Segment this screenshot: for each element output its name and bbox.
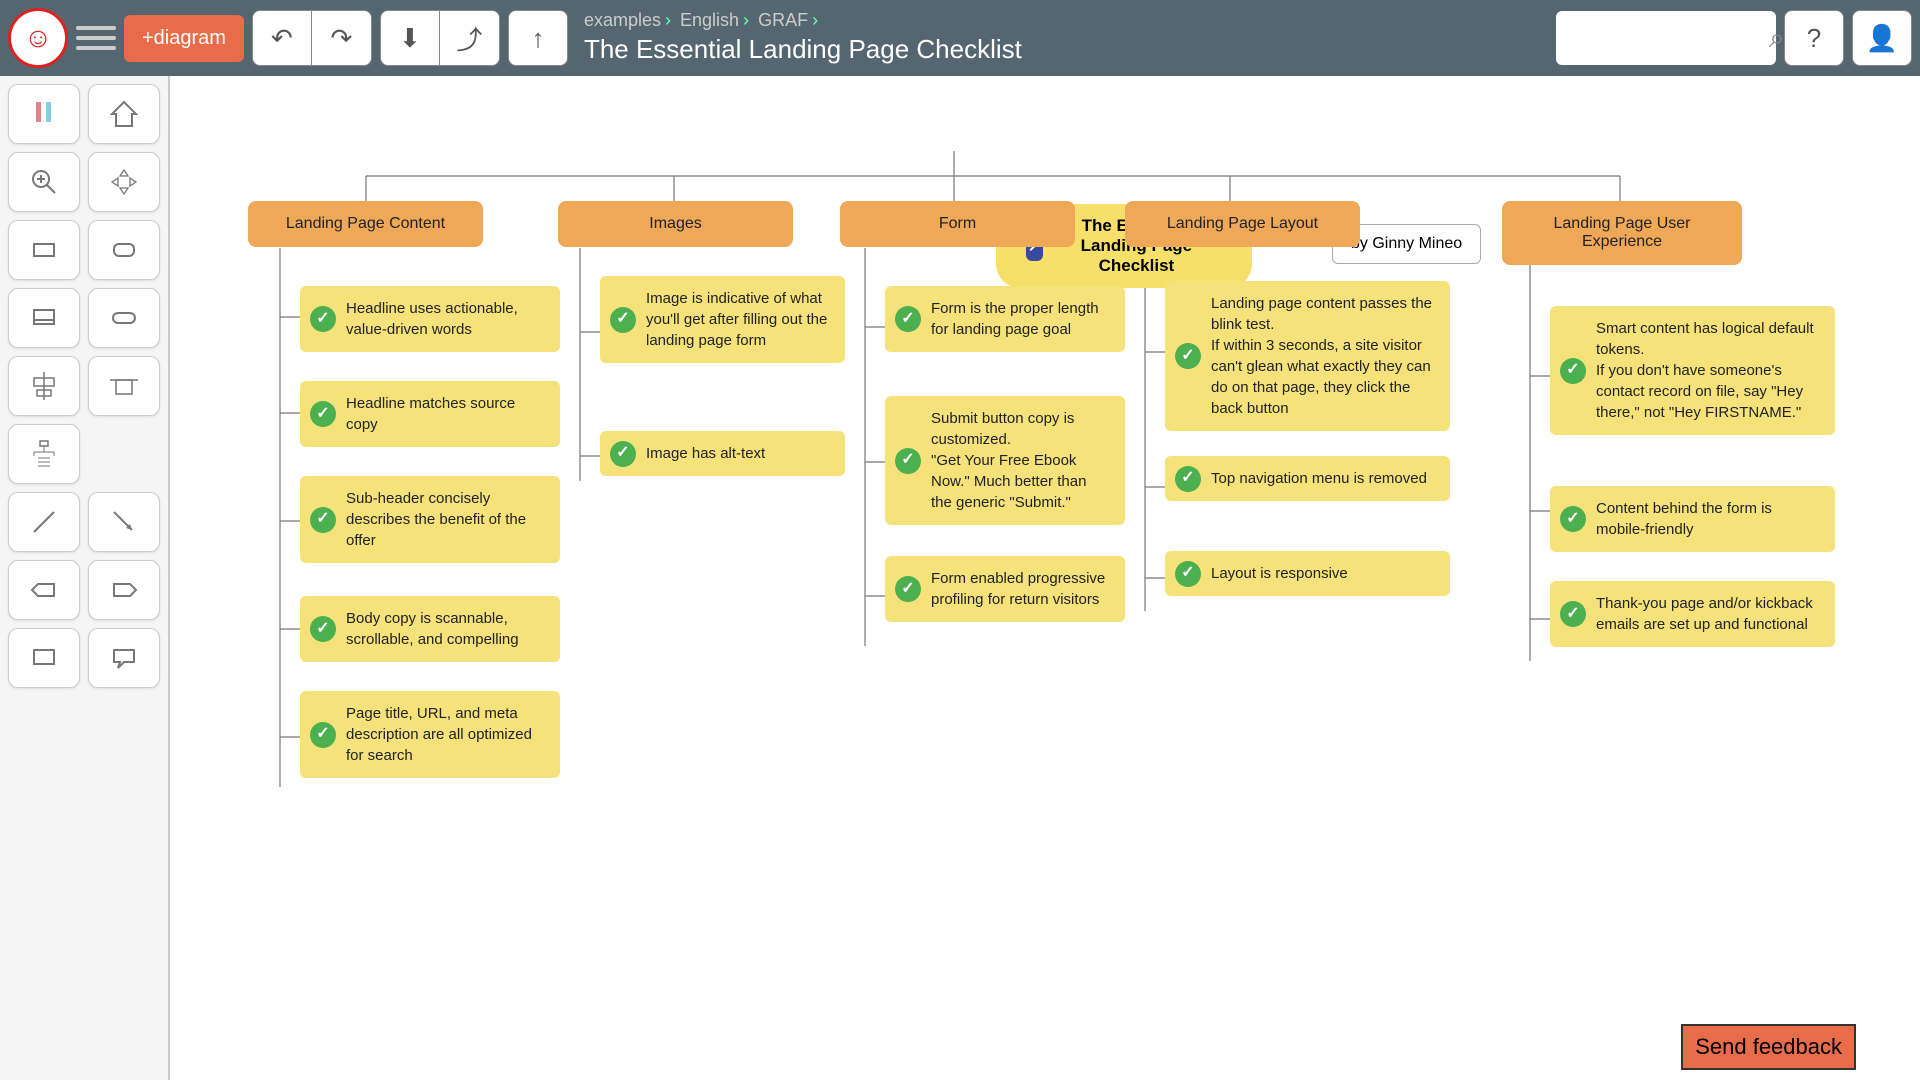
tool-line[interactable] xyxy=(8,492,80,552)
leaf-text: Submit button copy is customized. "Get Y… xyxy=(931,410,1086,511)
tool-tree[interactable] xyxy=(8,424,80,484)
leaf-3-2[interactable]: ✓ Layout is responsive xyxy=(1165,551,1450,596)
check-icon: ✓ xyxy=(610,441,636,467)
help-button[interactable]: ? xyxy=(1784,10,1844,66)
check-icon: ✓ xyxy=(310,616,336,642)
tool-comment[interactable] xyxy=(88,628,160,688)
share-button[interactable]: ⤴ xyxy=(440,10,500,66)
leaf-0-2[interactable]: ✓ Sub-header concisely describes the bene… xyxy=(300,476,560,563)
tool-zoom[interactable] xyxy=(8,152,80,212)
check-icon: ✓ xyxy=(1175,466,1201,492)
tool-roundrect[interactable] xyxy=(88,220,160,280)
search-icon[interactable]: ⌕ xyxy=(1769,22,1785,55)
leaf-1-1[interactable]: ✓ Image has alt-text xyxy=(600,431,845,476)
left-toolbar xyxy=(0,76,170,1080)
leaf-text: Thank-you page and/or kickback emails ar… xyxy=(1596,595,1813,633)
check-icon: ✓ xyxy=(895,576,921,602)
leaf-0-0[interactable]: ✓ Headline uses actionable, value-driven … xyxy=(300,286,560,352)
leaf-0-1[interactable]: ✓ Headline matches source copy xyxy=(300,381,560,447)
undo-button[interactable]: ↶ xyxy=(252,10,312,66)
crumb-1[interactable]: English xyxy=(680,10,739,30)
check-icon: ✓ xyxy=(310,507,336,533)
branch-header-4[interactable]: Landing Page User Experience xyxy=(1502,201,1742,265)
leaf-text: Image has alt-text xyxy=(646,445,765,462)
leaf-4-2[interactable]: ✓ Thank-you page and/or kickback emails a… xyxy=(1550,581,1835,647)
leaf-1-0[interactable]: ✓ Image is indicative of what you'll get … xyxy=(600,276,845,363)
check-icon: ✓ xyxy=(1175,561,1201,587)
check-icon: ✓ xyxy=(895,448,921,474)
tool-tag-left[interactable] xyxy=(8,560,80,620)
crumb-2[interactable]: GRAF xyxy=(758,10,808,30)
crumb-0[interactable]: examples xyxy=(584,10,661,30)
leaf-2-1[interactable]: ✓ Submit button copy is customized. "Get … xyxy=(885,396,1125,525)
leaf-2-0[interactable]: ✓ Form is the proper length for landing p… xyxy=(885,286,1125,352)
leaf-text: Smart content has logical default tokens… xyxy=(1596,320,1814,421)
tool-tag-right[interactable] xyxy=(88,560,160,620)
new-diagram-button[interactable]: +diagram xyxy=(124,15,244,62)
leaf-4-1[interactable]: ✓ Content behind the form is mobile-frien… xyxy=(1550,486,1835,552)
check-icon: ✓ xyxy=(310,722,336,748)
leaf-text: Body copy is scannable, scrollable, and … xyxy=(346,610,519,648)
canvas[interactable]: ↗ The Essential Landing Page Checklist b… xyxy=(170,76,1920,1080)
leaf-text: Form is the proper length for landing pa… xyxy=(931,300,1099,338)
user-button[interactable]: 👤 xyxy=(1852,10,1912,66)
leaf-0-3[interactable]: ✓ Body copy is scannable, scrollable, and… xyxy=(300,596,560,662)
tool-align-h[interactable] xyxy=(8,356,80,416)
tool-pill[interactable] xyxy=(88,288,160,348)
leaf-2-2[interactable]: ✓ Form enabled progressive profiling for … xyxy=(885,556,1125,622)
search-box[interactable]: ⌕ xyxy=(1556,11,1776,65)
tool-pencils[interactable] xyxy=(8,84,80,144)
leaf-text: Landing page content passes the blink te… xyxy=(1211,295,1432,417)
leaf-text: Headline uses actionable, value-driven w… xyxy=(346,300,518,338)
leaf-text: Top navigation menu is removed xyxy=(1211,470,1427,487)
tool-note[interactable] xyxy=(8,628,80,688)
branch-header-3[interactable]: Landing Page Layout xyxy=(1125,201,1360,247)
redo-button[interactable]: ↷ xyxy=(312,10,372,66)
leaf-3-1[interactable]: ✓ Top navigation menu is removed xyxy=(1165,456,1450,501)
leaf-0-4[interactable]: ✓ Page title, URL, and meta description a… xyxy=(300,691,560,778)
check-icon: ✓ xyxy=(310,401,336,427)
tool-card[interactable] xyxy=(8,288,80,348)
search-input[interactable] xyxy=(1562,29,1769,47)
check-icon: ✓ xyxy=(1560,506,1586,532)
tool-rect[interactable] xyxy=(8,220,80,280)
check-icon: ✓ xyxy=(610,307,636,333)
leaf-4-0[interactable]: ✓ Smart content has logical default token… xyxy=(1550,306,1835,435)
logo[interactable]: ☺ xyxy=(8,8,68,68)
check-icon: ✓ xyxy=(1560,601,1586,627)
branch-header-0[interactable]: Landing Page Content xyxy=(248,201,483,247)
page-title: The Essential Landing Page Checklist xyxy=(584,33,1548,67)
leaf-text: Content behind the form is mobile-friend… xyxy=(1596,500,1772,538)
tool-pan[interactable] xyxy=(88,152,160,212)
leaf-text: Page title, URL, and meta description ar… xyxy=(346,705,532,764)
check-icon: ✓ xyxy=(1175,343,1201,369)
menu-icon[interactable] xyxy=(76,18,116,58)
leaf-text: Image is indicative of what you'll get a… xyxy=(646,290,827,349)
check-icon: ✓ xyxy=(310,306,336,332)
branch-header-1[interactable]: Images xyxy=(558,201,793,247)
tool-arrow[interactable] xyxy=(88,492,160,552)
leaf-text: Form enabled progressive profiling for r… xyxy=(931,570,1105,608)
check-icon: ✓ xyxy=(1560,358,1586,384)
leaf-3-0[interactable]: ✓ Landing page content passes the blink t… xyxy=(1165,281,1450,431)
leaf-text: Headline matches source copy xyxy=(346,395,515,433)
check-icon: ✓ xyxy=(895,306,921,332)
tool-home[interactable] xyxy=(88,84,160,144)
download-button[interactable]: ⬇ xyxy=(380,10,440,66)
up-button[interactable]: ↑ xyxy=(508,10,568,66)
branch-header-2[interactable]: Form xyxy=(840,201,1075,247)
send-feedback-button[interactable]: Send feedback xyxy=(1681,1024,1856,1070)
leaf-text: Sub-header concisely describes the benef… xyxy=(346,490,526,549)
leaf-text: Layout is responsive xyxy=(1211,565,1348,582)
breadcrumb: examples› English› GRAF› The Essential L… xyxy=(576,9,1548,66)
tool-align-v[interactable] xyxy=(88,356,160,416)
